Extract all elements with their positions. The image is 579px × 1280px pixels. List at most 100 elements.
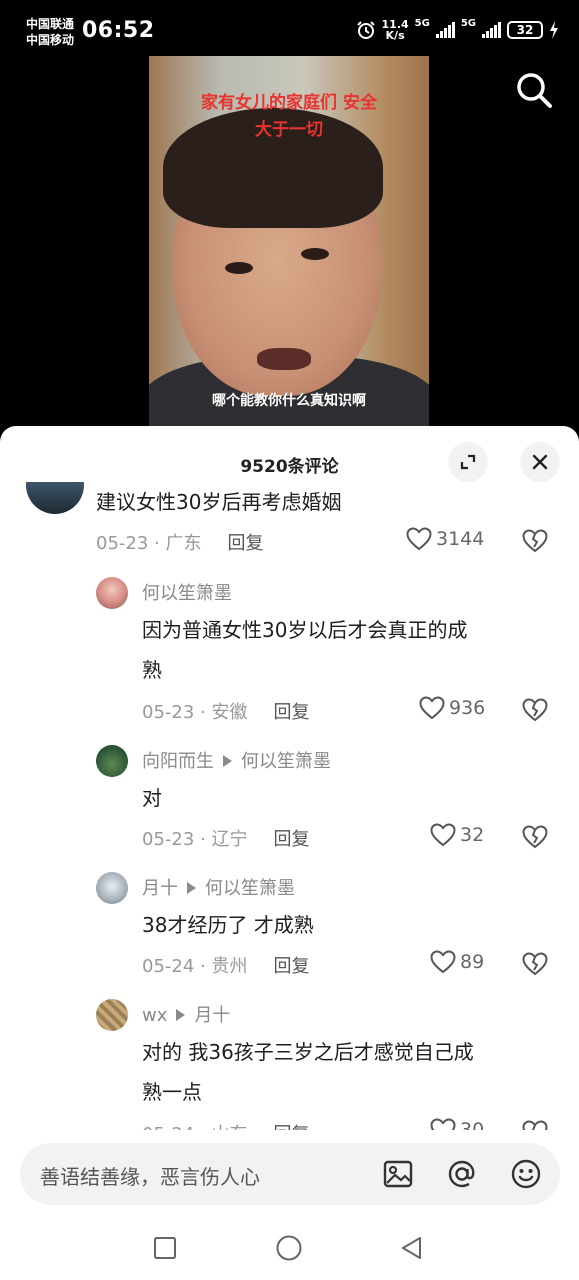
video-person-mouth xyxy=(257,348,311,370)
expand-button[interactable] xyxy=(448,442,488,482)
video-person-eye xyxy=(225,262,253,274)
comment-text: 对的 我36孩子三岁之后才感觉自己成 熟一点 xyxy=(142,1032,474,1112)
comment-text: 38才经历了 才成熟 xyxy=(142,913,314,937)
comments-count-title: 9520条评论 xyxy=(240,457,339,477)
system-nav-bar xyxy=(0,1216,579,1280)
reply-button[interactable]: 回复 xyxy=(273,956,309,977)
comment-input-placeholder: 善语结善缘，恶言伤人心 xyxy=(40,1165,260,1189)
comment-text: 因为普通女性30岁以后才会真正的成 熟 xyxy=(142,610,467,690)
dislike-icon[interactable] xyxy=(522,698,548,722)
back-icon[interactable] xyxy=(400,1236,424,1260)
net-speed-unit: K/s xyxy=(385,29,405,42)
comment-meta: 05-24 · 贵州 回复 xyxy=(142,956,310,977)
like-button[interactable]: 32 xyxy=(430,823,484,847)
heart-icon xyxy=(419,696,445,720)
comment-location: 山东 xyxy=(211,1124,247,1130)
author-name: 何以笙箫墨 xyxy=(142,583,232,604)
battery-level: 32 xyxy=(516,23,534,37)
reply-arrow-icon xyxy=(187,882,196,894)
author-name: 月十 xyxy=(142,878,178,899)
expand-icon xyxy=(460,454,476,470)
comment-author[interactable]: 向阳而生 何以笙箫墨 xyxy=(142,747,331,773)
comment-text-line: 熟 xyxy=(142,658,162,682)
status-bar: 中国联通 中国移动 06:52 11.4 K/s 5G 5G 32 xyxy=(0,0,579,56)
heart-icon xyxy=(430,1118,456,1130)
comment-author[interactable]: 何以笙箫墨 xyxy=(142,579,232,605)
at-icon[interactable] xyxy=(446,1158,478,1190)
reply-to-name: 何以笙箫墨 xyxy=(241,751,331,772)
comment-location: 贵州 xyxy=(211,956,248,977)
comment-text: 对 xyxy=(142,786,162,810)
heart-icon xyxy=(430,823,456,847)
close-button[interactable] xyxy=(520,442,560,482)
reply-button[interactable]: 回复 xyxy=(273,829,309,850)
comment-date: 05-24 xyxy=(142,956,195,977)
signal-icon xyxy=(482,22,501,38)
comment-meta: 05-23 · 安徽 回复 xyxy=(142,702,310,723)
dislike-icon[interactable] xyxy=(522,825,548,849)
comment-meta: 05-23 · 广东 回复 xyxy=(96,533,264,554)
like-button[interactable]: 30 xyxy=(430,1118,484,1130)
video-overlay-text-2: 大于一切 xyxy=(255,120,323,140)
emoji-icon[interactable] xyxy=(510,1158,542,1190)
reply-to-name: 月十 xyxy=(194,1005,231,1026)
comment-date: 05-23 xyxy=(142,702,195,723)
like-count: 89 xyxy=(460,951,485,973)
reply-button[interactable]: 回复 xyxy=(227,533,263,554)
dislike-icon[interactable] xyxy=(522,1120,548,1130)
like-button[interactable]: 89 xyxy=(430,950,484,974)
dislike-icon[interactable] xyxy=(522,952,548,976)
comment-author[interactable]: wx 月十 xyxy=(142,1001,230,1027)
heart-icon xyxy=(406,527,432,551)
comment-list[interactable]: 建议女性30岁后再考虑婚姻 05-23 · 广东 回复 3144 何以笙箫墨 因为… xyxy=(0,482,579,1130)
reply-arrow-icon xyxy=(223,755,232,767)
battery-icon: 32 xyxy=(507,21,543,39)
author-name: wx xyxy=(142,1005,168,1026)
comment-location: 辽宁 xyxy=(211,829,248,850)
avatar[interactable] xyxy=(96,745,128,777)
like-button[interactable]: 3144 xyxy=(406,527,484,551)
recent-apps-icon[interactable] xyxy=(153,1236,177,1260)
like-count: 3144 xyxy=(436,528,485,550)
comment-text: 建议女性30岁后再考虑婚姻 xyxy=(96,490,342,514)
video-player[interactable]: 家有女儿的家庭们 安全 大于一切 哪个能教你什么真知识啊 xyxy=(0,56,579,436)
avatar[interactable] xyxy=(96,999,128,1031)
comment-location: 广东 xyxy=(165,533,202,554)
comment-author[interactable]: 月十 何以笙箫墨 xyxy=(142,874,295,900)
avatar[interactable] xyxy=(96,577,128,609)
like-count: 936 xyxy=(449,697,486,719)
system-icons: 11.4 K/s 5G 5G 32 xyxy=(356,19,559,41)
reply-button[interactable]: 回复 xyxy=(273,1124,309,1130)
reply-arrow-icon xyxy=(176,1009,186,1021)
comment-text-line: 对的 我36孩子三岁之后才感觉自己成 xyxy=(142,1040,474,1064)
image-icon[interactable] xyxy=(382,1158,414,1190)
comment-location: 安徽 xyxy=(211,702,248,723)
comment-date: 05-24 xyxy=(142,1124,194,1130)
comment-date: 05-23 xyxy=(96,533,149,554)
author-name: 向阳而生 xyxy=(142,751,214,772)
video-frame: 家有女儿的家庭们 安全 大于一切 哪个能教你什么真知识啊 xyxy=(149,56,429,436)
comment-text-line: 熟一点 xyxy=(142,1080,202,1104)
network-type-1: 5G xyxy=(414,18,430,29)
net-speed: 11.4 K/s xyxy=(382,19,409,41)
like-button[interactable]: 936 xyxy=(419,696,485,720)
alarm-icon xyxy=(356,21,375,39)
video-person-eye xyxy=(301,248,329,260)
charging-icon xyxy=(550,21,558,39)
reply-to-name: 何以笙箫墨 xyxy=(205,878,295,899)
comment-meta: 05-23 · 辽宁 回复 xyxy=(142,829,310,850)
avatar[interactable] xyxy=(26,482,84,514)
carrier-1: 中国联通 xyxy=(26,17,75,31)
carrier-2: 中国移动 xyxy=(26,33,75,47)
comment-date: 05-23 xyxy=(142,829,195,850)
dislike-icon[interactable] xyxy=(522,529,548,553)
comment-input[interactable]: 善语结善缘，恶言伤人心 xyxy=(20,1143,560,1205)
reply-button[interactable]: 回复 xyxy=(273,702,309,723)
home-icon[interactable] xyxy=(276,1235,302,1261)
avatar[interactable] xyxy=(96,872,128,904)
comment-text-line: 因为普通女性30岁以后才会真正的成 xyxy=(142,618,468,642)
close-icon xyxy=(532,454,548,470)
search-icon[interactable] xyxy=(514,70,554,110)
heart-icon xyxy=(430,950,456,974)
carrier-info: 中国联通 中国移动 xyxy=(26,16,74,48)
